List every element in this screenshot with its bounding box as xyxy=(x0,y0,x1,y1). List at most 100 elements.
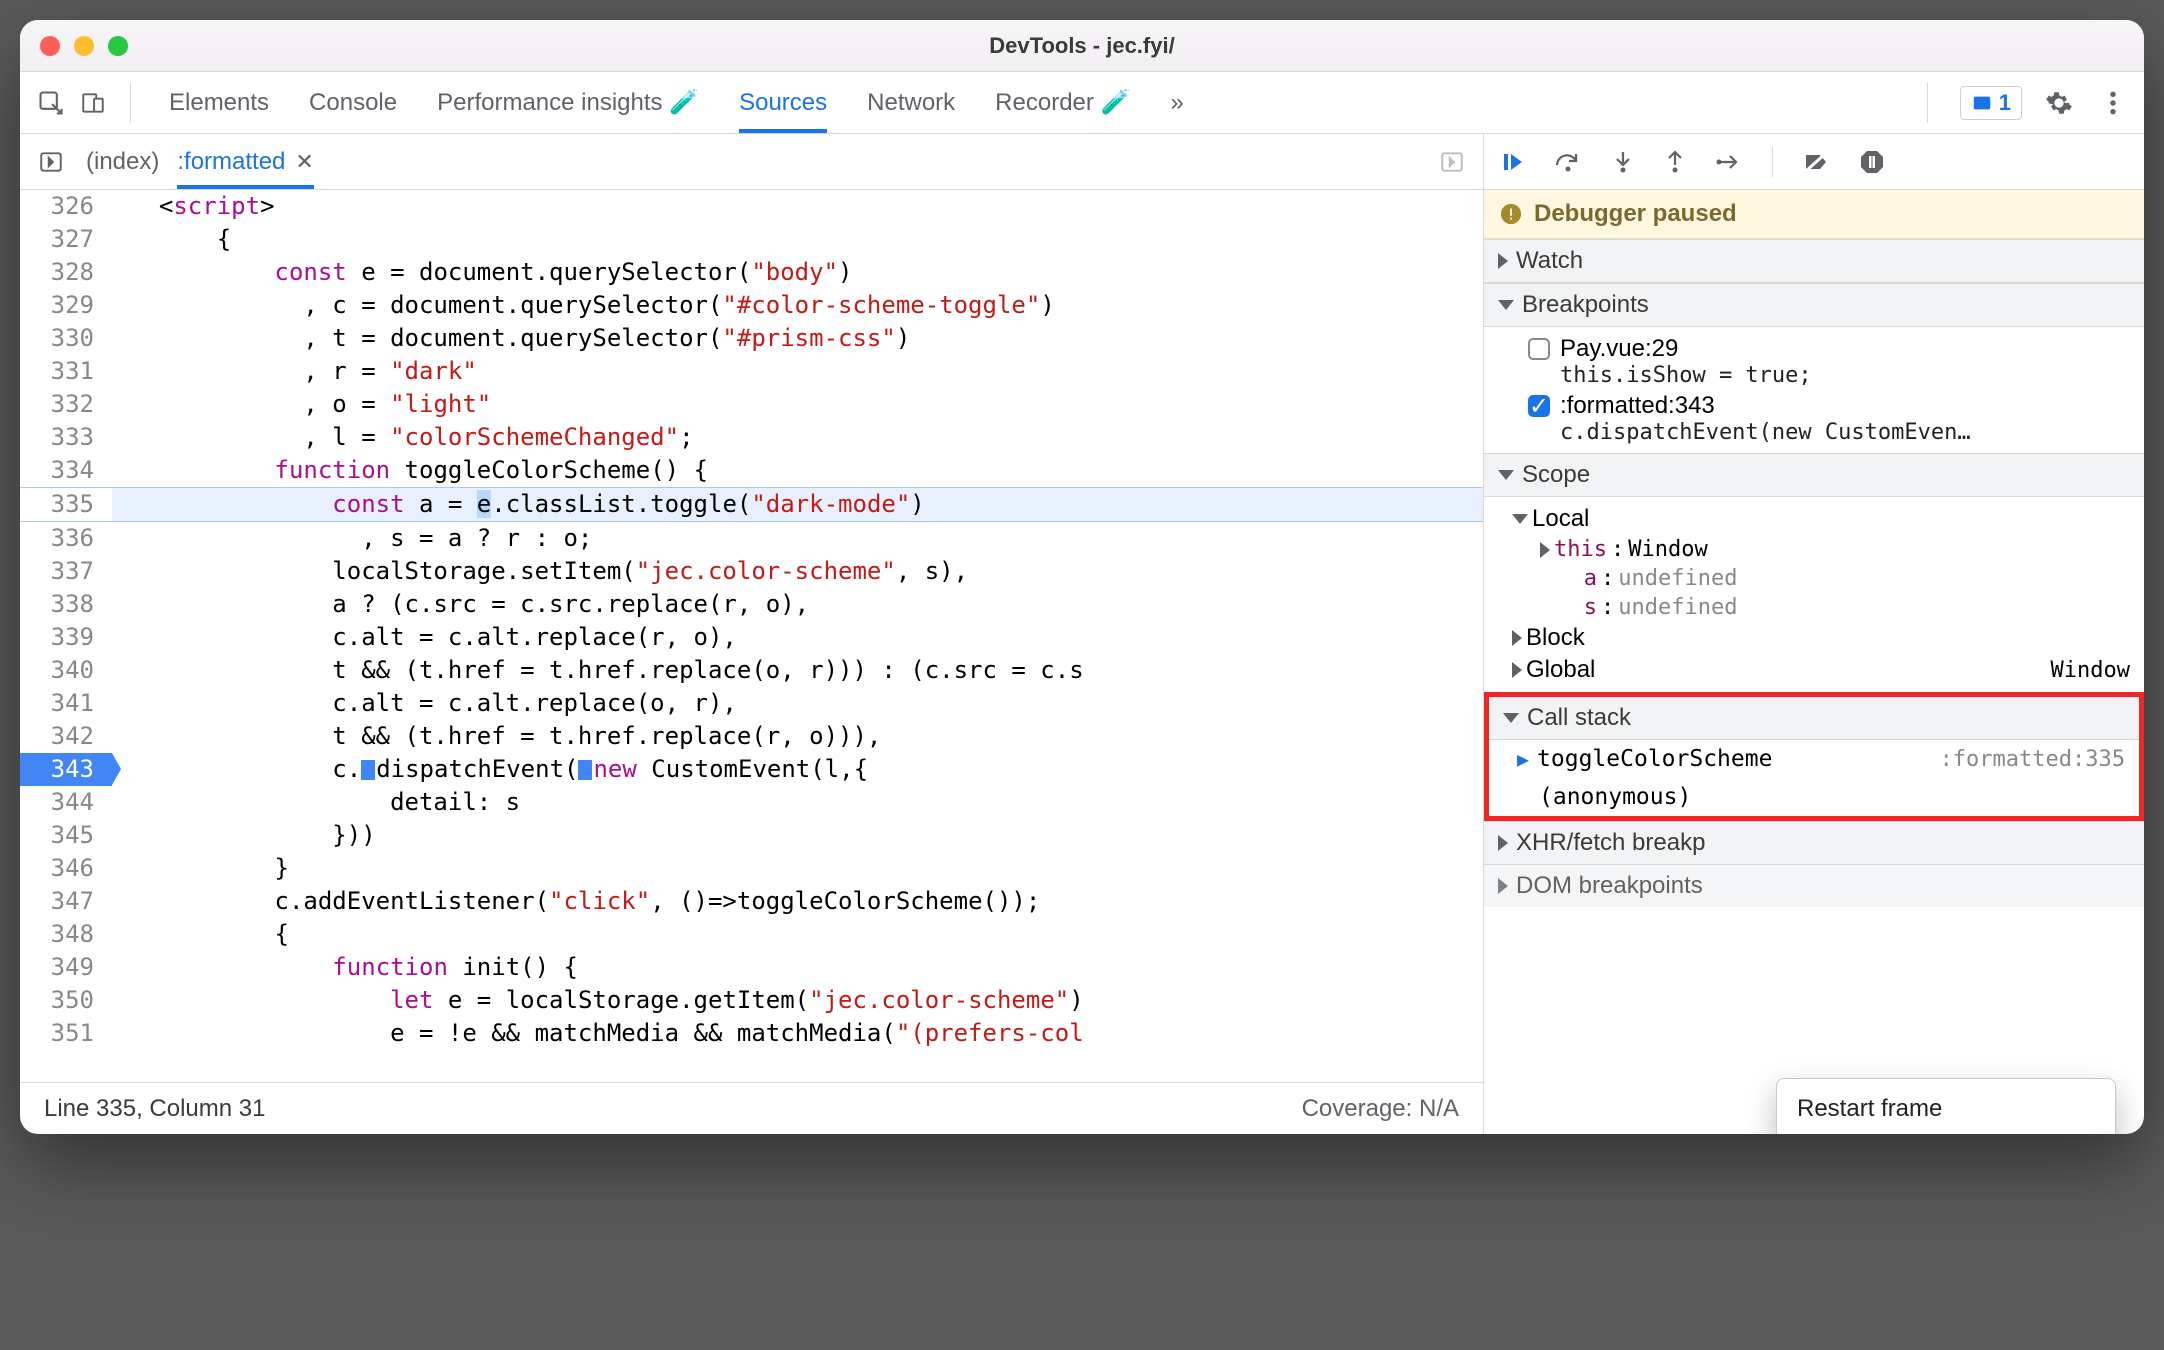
code-line[interactable]: 340 t && (t.href = t.href.replace(o, r))… xyxy=(20,654,1483,687)
code-line[interactable]: 331 , r = "dark" xyxy=(20,355,1483,388)
step-icon[interactable] xyxy=(1716,151,1742,173)
code-line[interactable]: 327 { xyxy=(20,223,1483,256)
code-line[interactable]: 342 t && (t.href = t.href.replace(r, o))… xyxy=(20,720,1483,753)
line-number[interactable]: 344 xyxy=(20,786,112,819)
breakpoint-item[interactable]: Pay.vue:29 this.isShow = true; xyxy=(1484,333,2144,390)
tab-recorder[interactable]: Recorder 🧪 xyxy=(995,72,1130,133)
line-number[interactable]: 332 xyxy=(20,388,112,421)
line-number[interactable]: 342 xyxy=(20,720,112,753)
line-number[interactable]: 348 xyxy=(20,918,112,951)
more-tabs-icon[interactable]: » xyxy=(1170,72,1183,133)
code-editor[interactable]: 326 <script>327 {328 const e = document.… xyxy=(20,190,1483,1082)
line-number[interactable]: 341 xyxy=(20,687,112,720)
file-tab-index[interactable]: (index) xyxy=(86,134,159,189)
scope-local[interactable]: Local xyxy=(1484,503,2144,535)
line-number[interactable]: 327 xyxy=(20,223,112,256)
line-number[interactable]: 335 xyxy=(20,488,112,521)
sidebar-toggle-icon[interactable] xyxy=(1435,145,1469,179)
scope-block[interactable]: Block xyxy=(1484,622,2144,654)
line-number[interactable]: 337 xyxy=(20,555,112,588)
line-number[interactable]: 346 xyxy=(20,852,112,885)
kebab-menu-icon[interactable] xyxy=(2096,86,2130,120)
tab-elements[interactable]: Elements xyxy=(169,72,269,133)
code-line[interactable]: 344 detail: s xyxy=(20,786,1483,819)
step-over-icon[interactable] xyxy=(1554,151,1582,173)
code-text: } xyxy=(112,852,1483,885)
step-out-icon[interactable] xyxy=(1664,150,1686,174)
scope-var[interactable]: s: undefined xyxy=(1484,593,2144,622)
callstack-frame[interactable]: ▶ toggleColorScheme :formatted:335 xyxy=(1489,740,2139,778)
tab-console[interactable]: Console xyxy=(309,72,397,133)
code-line[interactable]: 339 c.alt = c.alt.replace(r, o), xyxy=(20,621,1483,654)
code-line[interactable]: 347 c.addEventListener("click", ()=>togg… xyxy=(20,885,1483,918)
dom-breakpoints-header[interactable]: DOM breakpoints xyxy=(1484,864,2144,907)
code-line[interactable]: 333 , l = "colorSchemeChanged"; xyxy=(20,421,1483,454)
line-number[interactable]: 338 xyxy=(20,588,112,621)
watch-header[interactable]: Watch xyxy=(1484,239,2144,283)
ctx-copy-stack-trace[interactable]: Copy stack trace xyxy=(1777,1133,2115,1134)
code-line[interactable]: 351 e = !e && matchMedia && matchMedia("… xyxy=(20,1017,1483,1050)
close-tab-icon[interactable]: ✕ xyxy=(295,149,313,175)
code-line[interactable]: 329 , c = document.querySelector("#color… xyxy=(20,289,1483,322)
line-number[interactable]: 334 xyxy=(20,454,112,487)
line-number[interactable]: 343 xyxy=(20,753,112,786)
code-line[interactable]: 348 { xyxy=(20,918,1483,951)
file-tab-formatted[interactable]: :formatted ✕ xyxy=(177,134,313,189)
scope-var[interactable]: a: undefined xyxy=(1484,564,2144,593)
breakpoint-item[interactable]: ✓:formatted:343 c.dispatchEvent(new Cust… xyxy=(1484,390,2144,447)
line-number[interactable]: 345 xyxy=(20,819,112,852)
xhr-breakpoints-header[interactable]: XHR/fetch breakp xyxy=(1484,821,2144,865)
scope-global[interactable]: GlobalWindow xyxy=(1484,654,2144,686)
code-line[interactable]: 330 , t = document.querySelector("#prism… xyxy=(20,322,1483,355)
line-number[interactable]: 326 xyxy=(20,190,112,223)
code-line[interactable]: 345 })) xyxy=(20,819,1483,852)
code-line[interactable]: 335 const a = e.classList.toggle("dark-m… xyxy=(20,487,1483,522)
line-number[interactable]: 340 xyxy=(20,654,112,687)
code-line[interactable]: 328 const e = document.querySelector("bo… xyxy=(20,256,1483,289)
code-line[interactable]: 336 , s = a ? r : o; xyxy=(20,522,1483,555)
inspect-icon[interactable] xyxy=(34,86,68,120)
code-line[interactable]: 334 function toggleColorScheme() { xyxy=(20,454,1483,487)
line-number[interactable]: 339 xyxy=(20,621,112,654)
code-line[interactable]: 346 } xyxy=(20,852,1483,885)
line-number[interactable]: 333 xyxy=(20,421,112,454)
line-number[interactable]: 329 xyxy=(20,289,112,322)
scope-header[interactable]: Scope xyxy=(1484,453,2144,497)
code-line[interactable]: 337 localStorage.setItem("jec.color-sche… xyxy=(20,555,1483,588)
line-number[interactable]: 350 xyxy=(20,984,112,1017)
ctx-restart-frame[interactable]: Restart frame xyxy=(1777,1085,2115,1133)
code-line[interactable]: 349 function init() { xyxy=(20,951,1483,984)
resume-icon[interactable] xyxy=(1500,150,1524,174)
line-number[interactable]: 330 xyxy=(20,322,112,355)
code-line[interactable]: 350 let e = localStorage.getItem("jec.co… xyxy=(20,984,1483,1017)
breakpoint-checkbox[interactable]: ✓ xyxy=(1528,395,1550,417)
issues-button[interactable]: 1 xyxy=(1960,86,2022,120)
deactivate-breakpoints-icon[interactable] xyxy=(1803,150,1829,174)
line-number[interactable]: 328 xyxy=(20,256,112,289)
titlebar: DevTools - jec.fyi/ xyxy=(20,20,2144,72)
breakpoints-header[interactable]: Breakpoints xyxy=(1484,283,2144,327)
line-number[interactable]: 351 xyxy=(20,1017,112,1050)
code-text: function init() { xyxy=(112,951,1483,984)
scope-this[interactable]: this: Window xyxy=(1484,535,2144,564)
code-line[interactable]: 343 c.dispatchEvent(new CustomEvent(l,{ xyxy=(20,753,1483,786)
code-line[interactable]: 332 , o = "light" xyxy=(20,388,1483,421)
settings-icon[interactable] xyxy=(2042,86,2076,120)
line-number[interactable]: 349 xyxy=(20,951,112,984)
line-number[interactable]: 331 xyxy=(20,355,112,388)
tab-performance-insights[interactable]: Performance insights 🧪 xyxy=(437,72,699,133)
tab-sources[interactable]: Sources xyxy=(739,72,827,133)
step-into-icon[interactable] xyxy=(1612,150,1634,174)
navigator-toggle-icon[interactable] xyxy=(34,145,68,179)
callstack-header[interactable]: Call stack xyxy=(1489,697,2139,740)
pause-on-exceptions-icon[interactable] xyxy=(1859,149,1885,175)
line-number[interactable]: 347 xyxy=(20,885,112,918)
breakpoint-checkbox[interactable] xyxy=(1528,338,1550,360)
line-number[interactable]: 336 xyxy=(20,522,112,555)
code-line[interactable]: 326 <script> xyxy=(20,190,1483,223)
device-mode-icon[interactable] xyxy=(76,86,110,120)
tab-network[interactable]: Network xyxy=(867,72,955,133)
code-line[interactable]: 341 c.alt = c.alt.replace(o, r), xyxy=(20,687,1483,720)
callstack-frame[interactable]: (anonymous) xyxy=(1489,778,2139,816)
code-line[interactable]: 338 a ? (c.src = c.src.replace(r, o), xyxy=(20,588,1483,621)
